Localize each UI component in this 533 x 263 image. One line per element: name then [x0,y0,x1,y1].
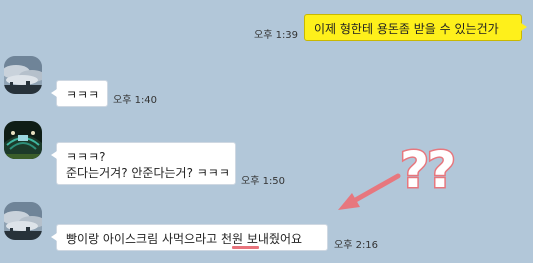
chat-window: 오후 1:39 이제 형한테 용돈좀 받을 수 있는건가 ㅋㅋㅋ 오후 1:40 [0,0,533,263]
message-time: 오후 1:39 [254,30,299,41]
avatar[interactable] [4,202,42,240]
message-text-line: 준다는거겨? 안준다는거? ㅋㅋㅋ [66,166,230,180]
received-message-bubble[interactable]: ㅋㅋㅋ? 준다는거겨? 안준다는거? ㅋㅋㅋ [51,142,236,185]
message-time: 오후 1:50 [241,176,286,187]
received-message-bubble[interactable]: ㅋㅋㅋ [51,80,108,107]
sky-clouds-avatar-image [4,202,42,240]
bubble-tail [51,151,57,159]
message-time: 오후 1:40 [113,95,158,106]
question-marks-annotation: ?? [400,141,454,199]
sent-message-bubble[interactable]: 이제 형한테 용돈좀 받을 수 있는건가 [304,14,527,41]
message-text: 빵이랑 아이스크림 사먹으라고 [66,232,221,246]
message-text: ㅋㅋㅋ [66,88,100,102]
bubble-tail [51,233,57,241]
avatar[interactable] [4,56,42,94]
avatar[interactable] [4,121,42,159]
highlight-underline [232,246,259,249]
message-text: 이제 형한테 용돈좀 받을 수 있는건가 [314,22,499,36]
received-message-bubble[interactable]: 빵이랑 아이스크림 사먹으라고 천원 보내줬어요 [51,224,328,251]
message-time: 오후 2:16 [334,240,379,251]
arrow-icon [338,173,401,210]
bubble-tail [51,89,57,97]
bubble-tail [521,23,527,31]
message-text: 보내줬어요 [243,232,303,246]
message-text-line: ㅋㅋㅋ? [66,150,106,164]
sky-clouds-avatar-image [4,56,42,94]
emphasized-amount: 천원 [220,232,244,246]
stadium-avatar-image [4,121,42,159]
